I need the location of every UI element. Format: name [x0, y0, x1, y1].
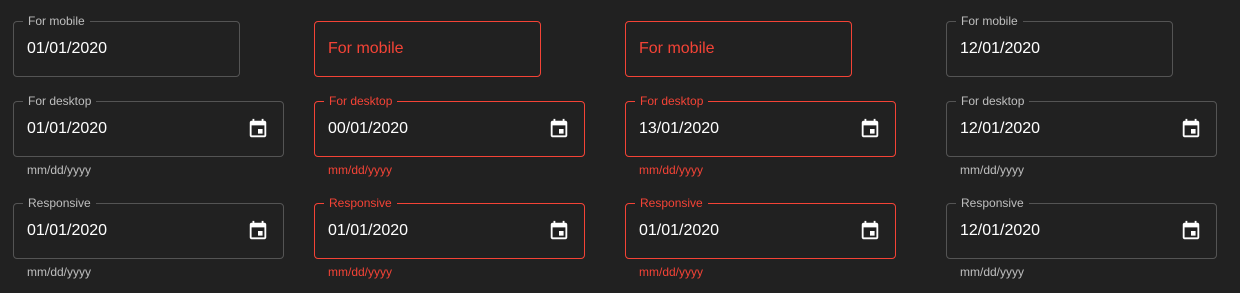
field-placeholder: For mobile — [328, 40, 404, 57]
field-placeholder: For mobile — [639, 40, 715, 57]
helper-text: mm/dd/yyyy — [328, 163, 393, 177]
date-value: 12/01/2020 — [960, 222, 1041, 239]
field-label: For desktop — [956, 94, 1030, 108]
mobile-date-field-1[interactable]: For mobile 01/01/2020 — [13, 14, 240, 77]
responsive-date-field-2[interactable]: Responsive 01/01/2020 — [314, 196, 585, 259]
field-label: Responsive — [635, 196, 708, 210]
field-label: For desktop — [23, 94, 97, 108]
calendar-icon[interactable] — [1180, 118, 1202, 140]
date-value: 01/01/2020 — [27, 40, 108, 57]
calendar-icon[interactable] — [247, 220, 269, 242]
date-value: 12/01/2020 — [960, 40, 1041, 57]
calendar-icon[interactable] — [1180, 220, 1202, 242]
date-value: 01/01/2020 — [27, 120, 108, 137]
desktop-date-field-1[interactable]: For desktop 01/01/2020 — [13, 94, 284, 157]
responsive-date-field-1[interactable]: Responsive 01/01/2020 — [13, 196, 284, 259]
field-label: Responsive — [956, 196, 1029, 210]
field-label: For mobile — [23, 14, 90, 28]
calendar-icon[interactable] — [859, 220, 881, 242]
date-value: 13/01/2020 — [639, 120, 720, 137]
field-label: Responsive — [324, 196, 397, 210]
helper-text: mm/dd/yyyy — [27, 265, 92, 279]
date-value: 01/01/2020 — [328, 222, 409, 239]
date-value: 00/01/2020 — [328, 120, 409, 137]
helper-text: mm/dd/yyyy — [639, 163, 704, 177]
date-value: 01/01/2020 — [639, 222, 720, 239]
date-value: 01/01/2020 — [27, 222, 108, 239]
responsive-date-field-4[interactable]: Responsive 12/01/2020 — [946, 196, 1217, 259]
helper-text: mm/dd/yyyy — [328, 265, 393, 279]
helper-text: mm/dd/yyyy — [639, 265, 704, 279]
calendar-icon[interactable] — [247, 118, 269, 140]
responsive-date-field-3[interactable]: Responsive 01/01/2020 — [625, 196, 896, 259]
helper-text: mm/dd/yyyy — [27, 163, 92, 177]
field-label: For mobile — [956, 14, 1023, 28]
desktop-date-field-4[interactable]: For desktop 12/01/2020 — [946, 94, 1217, 157]
field-label: For desktop — [635, 94, 709, 108]
date-value: 12/01/2020 — [960, 120, 1041, 137]
mobile-date-field-2[interactable]: For mobile — [314, 21, 541, 77]
mobile-date-field-3[interactable]: For mobile — [625, 21, 852, 77]
helper-text: mm/dd/yyyy — [960, 265, 1025, 279]
desktop-date-field-2[interactable]: For desktop 00/01/2020 — [314, 94, 585, 157]
helper-text: mm/dd/yyyy — [960, 163, 1025, 177]
desktop-date-field-3[interactable]: For desktop 13/01/2020 — [625, 94, 896, 157]
mobile-date-field-4[interactable]: For mobile 12/01/2020 — [946, 14, 1173, 77]
calendar-icon[interactable] — [548, 220, 570, 242]
calendar-icon[interactable] — [859, 118, 881, 140]
field-label: For desktop — [324, 94, 398, 108]
field-label: Responsive — [23, 196, 96, 210]
calendar-icon[interactable] — [548, 118, 570, 140]
